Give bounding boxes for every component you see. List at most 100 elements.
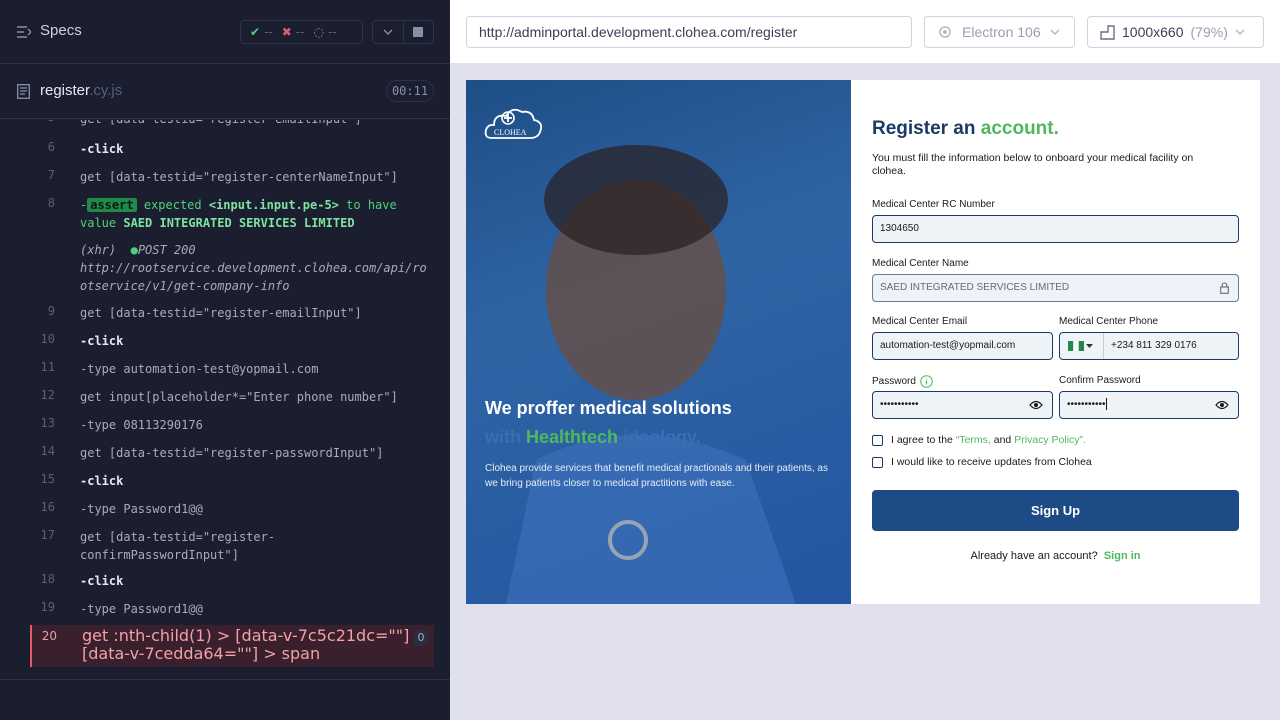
hero-subtitle: with Healthtech ideology.: [485, 427, 835, 448]
line-number: 12: [40, 388, 55, 402]
assert-badge: assert: [87, 198, 137, 212]
line-number: 6: [47, 140, 55, 154]
updates-checkbox[interactable]: [872, 457, 883, 468]
terms-and: and: [993, 434, 1012, 446]
command-text: -click: [80, 142, 124, 156]
passed-stat: ✔ --: [250, 25, 273, 39]
command-text: get [data-testid="register-confirmPasswo…: [80, 530, 276, 562]
spinner-icon: ◌: [313, 25, 324, 39]
url-bar[interactable]: http://adminportal.development.clohea.co…: [466, 16, 912, 48]
password-value: •••••••••••: [880, 399, 919, 410]
center-name-input[interactable]: SAED INTEGRATED SERVICES LIMITED: [872, 274, 1239, 302]
passed-count: --: [264, 25, 273, 39]
line-number: 9: [47, 304, 55, 318]
xhr-method: POST 200: [137, 243, 196, 257]
title-account: account.: [980, 118, 1059, 139]
pending-count: --: [327, 25, 337, 39]
caret-down-icon: [1086, 344, 1093, 348]
chevron-down-icon: [383, 29, 393, 35]
line-number: 20: [41, 629, 57, 643]
logo-text: CLOHEA: [494, 128, 527, 137]
match-count-badge: 0: [414, 630, 428, 646]
ruler-icon: [1100, 24, 1115, 40]
menu-lines-icon[interactable]: [17, 26, 31, 38]
confirm-password-value: •••••••••••: [1067, 399, 1106, 410]
nigeria-flag-icon: [1068, 341, 1084, 351]
stop-icon: [413, 27, 424, 37]
password-label-text: Password: [872, 376, 916, 387]
command-text: -type automation-test@yopmail.com: [80, 362, 319, 376]
phone-input[interactable]: +234 811 329 0176: [1059, 332, 1239, 360]
clohea-logo[interactable]: CLOHEA: [484, 104, 544, 144]
xhr-text: (xhr) ●POST 200 http://rootservice.develo…: [80, 241, 430, 295]
command-text: -click: [80, 574, 124, 588]
run-controls: [372, 20, 434, 44]
xhr-url: http://rootservice.development.clohea.co…: [80, 261, 427, 293]
failed-stat: ✖ --: [282, 25, 305, 39]
email-label: Medical Center Email: [872, 316, 968, 327]
line-number: 16: [40, 500, 55, 514]
doctor-photo: [506, 145, 796, 604]
terms-link[interactable]: “Terms,: [956, 434, 991, 446]
email-input[interactable]: automation-test@yopmail.com: [872, 332, 1053, 360]
command-text: -type Password1@@: [80, 502, 203, 516]
spec-file-name[interactable]: register.cy.js: [40, 82, 122, 99]
chevron-down-icon: [1050, 29, 1060, 35]
text-cursor: [1105, 398, 1107, 411]
line-number: 14: [40, 444, 55, 458]
app-preview: http://adminportal.development.clohea.co…: [450, 0, 1280, 720]
line-number: 17: [40, 528, 55, 542]
center-name-value: SAED INTEGRATED SERVICES LIMITED: [880, 282, 1070, 293]
browser-selector[interactable]: Electron 106: [924, 16, 1075, 48]
divider: [0, 679, 450, 680]
line-number: 18: [40, 572, 55, 586]
line-number: 5: [0, 120, 55, 124]
password-input[interactable]: •••••••••••: [872, 391, 1053, 419]
line-number: 11: [40, 360, 55, 374]
file-ext: .cy.js: [89, 82, 123, 99]
info-icon[interactable]: [920, 375, 933, 388]
failed-command-row[interactable]: 20 get :nth-child(1) > [data-v-7c5c21dc=…: [30, 625, 434, 667]
spec-file-bar: register.cy.js 00:11: [0, 65, 450, 119]
form-subtitle: You must fill the information below to o…: [872, 152, 1194, 177]
sign-in-prompt: Already have an account? Sign in: [872, 550, 1239, 562]
confirm-password-input[interactable]: •••••••••••: [1059, 391, 1239, 419]
sign-in-link[interactable]: Sign in: [1104, 550, 1141, 562]
assert-subject: <input.input.pe-5>: [208, 198, 339, 212]
file-name: register: [40, 82, 90, 99]
password-label: Password: [872, 375, 933, 388]
expand-button[interactable]: [373, 21, 404, 43]
already-text: Already have an account?: [970, 550, 1098, 562]
xhr-status-dot: ●: [130, 243, 138, 257]
viewport-selector[interactable]: 1000x660 (79%): [1087, 16, 1264, 48]
viewport-size: 1000x660: [1122, 24, 1184, 40]
command-text: get [data-testid="register-centerNameInp…: [80, 170, 398, 184]
country-flag-selector[interactable]: [1068, 333, 1104, 359]
rc-number-input[interactable]: 1304650: [872, 215, 1239, 243]
hero-ideology: ideology.: [623, 427, 701, 447]
terms-checkbox[interactable]: [872, 435, 883, 446]
hero-description: Clohea provide services that benefit med…: [485, 463, 828, 489]
confirm-password-label: Confirm Password: [1059, 375, 1141, 386]
test-stats: ✔ -- ✖ -- ◌ --: [240, 20, 363, 44]
updates-label: I would like to receive updates from Clo…: [891, 456, 1092, 468]
phone-label: Medical Center Phone: [1059, 316, 1158, 327]
command-text: get input[placeholder*="Enter phone numb…: [80, 390, 398, 404]
line-number: 10: [40, 332, 55, 346]
chevron-down-icon: [1235, 29, 1245, 35]
sign-up-button[interactable]: Sign Up: [872, 490, 1239, 531]
form-title: Register an account.: [872, 118, 1059, 140]
line-number: 19: [40, 600, 55, 614]
line-number: 8: [47, 196, 55, 210]
stop-button[interactable]: [404, 21, 434, 43]
assert-text: - assert expected <input.input.pe-5> to h…: [80, 198, 397, 230]
eye-icon[interactable]: [1215, 400, 1229, 410]
center-name-label: Medical Center Name: [872, 258, 969, 269]
pending-stat: ◌ --: [313, 25, 336, 39]
zoom-level: (79%): [1190, 24, 1228, 40]
x-icon: ✖: [281, 25, 292, 39]
run-timer: 00:11: [386, 80, 434, 102]
specs-title[interactable]: Specs: [40, 22, 82, 39]
privacy-link[interactable]: Privacy Policy”.: [1014, 434, 1086, 446]
eye-icon[interactable]: [1029, 400, 1043, 410]
